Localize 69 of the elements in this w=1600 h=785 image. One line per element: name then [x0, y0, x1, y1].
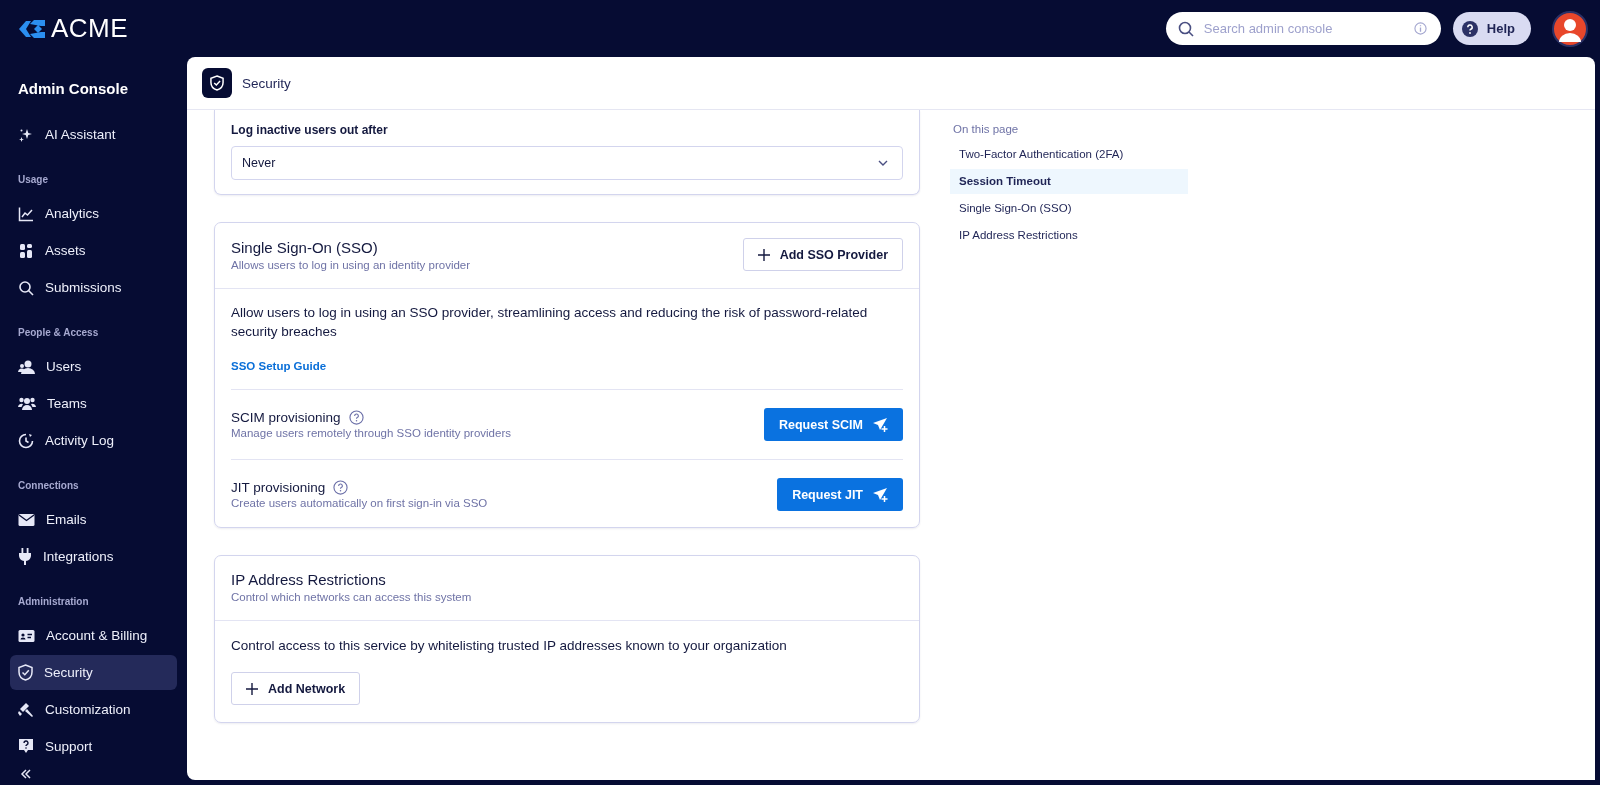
section-heading: Usage	[17, 173, 49, 187]
row-title: JIT provisioning	[231, 480, 326, 495]
avatar[interactable]	[1552, 10, 1588, 47]
paper-plane-icon	[872, 417, 888, 432]
setup-guide-link[interactable]: SSO Setup Guide	[231, 360, 327, 372]
collapse-icon[interactable]	[20, 769, 32, 779]
sidebar-item[interactable]: Support	[10, 729, 177, 764]
chevron-icon	[878, 160, 888, 166]
question-icon	[1461, 20, 1478, 37]
sidebar-item[interactable]: Users	[10, 349, 177, 384]
info-icon	[1413, 22, 1427, 35]
shield-icon	[202, 68, 232, 98]
sidebar-item[interactable]: Analytics	[10, 196, 177, 231]
card-subtitle: Allows users to log in using an identity provider	[231, 258, 471, 271]
field-label: Log inactive users out after	[231, 123, 389, 137]
chart-icon	[18, 205, 34, 222]
section-heading: Connections	[17, 479, 80, 493]
sidebar-item[interactable]: Security	[10, 655, 177, 690]
clock-icon	[18, 432, 34, 449]
description-text: Allow users to log in using an SSO provider, streamlining access and reducing the risk of password-related security breaches	[231, 304, 869, 341]
toc-link[interactable]: Single Sign-On (SSO)	[950, 196, 1188, 221]
toc-title: On this page	[952, 123, 1020, 135]
search-field[interactable]: Search admin console	[1165, 12, 1441, 45]
sidebar-item[interactable]: Emails	[10, 502, 177, 537]
toc-link[interactable]: Two-Factor Authentication (2FA)	[950, 142, 1188, 167]
description-text: Control access to this service by whitelisting trusted IP addresses known to your organization	[231, 637, 788, 655]
sidebar-item[interactable]: Activity Log	[10, 423, 177, 458]
help-button[interactable]: Help	[1452, 12, 1531, 45]
sidebar-title: Admin Console	[17, 79, 129, 99]
sidebar-item[interactable]: Customization	[10, 692, 177, 727]
request-button[interactable]: Request JIT	[777, 478, 903, 511]
question-icon[interactable]	[333, 480, 349, 495]
person-icon	[18, 358, 35, 375]
plug-icon	[18, 548, 32, 565]
envelope-icon	[18, 512, 35, 527]
card-title: IP Address Restrictions	[231, 571, 387, 588]
search-icon	[18, 279, 34, 296]
section-heading: Administration	[17, 595, 90, 609]
logo-icon	[17, 17, 47, 40]
people-icon	[18, 395, 36, 412]
row-title: SCIM provisioning	[231, 410, 341, 425]
shield-icon	[18, 664, 33, 681]
sidebar-item[interactable]: Teams	[10, 386, 177, 421]
request-button[interactable]: Request SCIM	[763, 408, 903, 441]
sidebar-item[interactable]: Assets	[10, 233, 177, 268]
paper-plane-icon	[872, 487, 888, 502]
add-network-button[interactable]: Add Network	[231, 672, 361, 705]
plus-icon	[246, 682, 258, 695]
add-sso-provider-button[interactable]: Add SSO Provider	[742, 238, 903, 271]
sidebar-item[interactable]: AI Assistant	[10, 117, 177, 152]
timeout-select[interactable]: Never	[231, 146, 903, 180]
row-subtitle: Create users automatically on first sign-in via SSO	[231, 497, 488, 509]
section-heading: People & Access	[17, 326, 100, 340]
help-icon	[18, 738, 34, 755]
sidebar-item[interactable]: Account & Billing	[10, 618, 177, 653]
search-icon	[1177, 21, 1194, 37]
id-card-icon	[18, 628, 35, 643]
card-title: Single Sign-On (SSO)	[231, 238, 379, 256]
blocks-icon	[18, 242, 34, 259]
toc-link[interactable]: IP Address Restrictions	[950, 223, 1188, 248]
logo-text: ACME	[51, 13, 129, 44]
question-icon[interactable]	[348, 410, 364, 425]
page-title: Security	[242, 75, 291, 91]
row-subtitle: Manage users remotely through SSO identity providers	[231, 427, 511, 439]
sidebar-item[interactable]: Integrations	[10, 539, 177, 574]
plus-icon	[757, 248, 770, 261]
card-subtitle: Control which networks can access this system	[231, 591, 472, 603]
sidebar-item[interactable]: Submissions	[10, 270, 177, 305]
toc-link[interactable]: Session Timeout	[950, 169, 1188, 194]
